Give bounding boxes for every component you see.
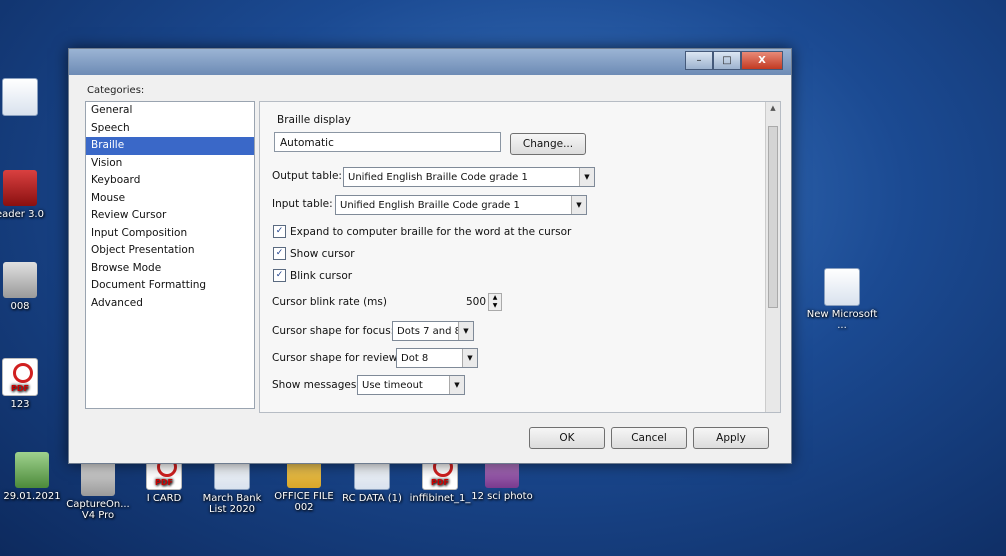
- cursor-shape-review-value: Dot 8: [401, 353, 429, 364]
- checkbox-check-icon: ✓: [273, 225, 286, 238]
- category-item[interactable]: Advanced: [86, 295, 254, 313]
- category-item[interactable]: Review Cursor: [86, 207, 254, 225]
- input-table-combo[interactable]: Unified English Braille Code grade 1 ▼: [335, 195, 587, 215]
- desktop-icon-pdf-123[interactable]: 123: [0, 358, 56, 410]
- category-item[interactable]: Vision: [86, 155, 254, 173]
- gray-icon: [3, 262, 37, 298]
- expand-checkbox[interactable]: ✓ Expand to computer braille for the wor…: [273, 225, 571, 238]
- show-messages-value: Use timeout: [362, 380, 423, 391]
- scroll-thumb[interactable]: [768, 126, 778, 308]
- desktop-icon-label: 123: [10, 399, 30, 410]
- apply-button[interactable]: Apply: [693, 427, 769, 449]
- category-item[interactable]: Browse Mode: [86, 260, 254, 278]
- desktop-icon-label: March Bank List 2020: [202, 493, 262, 515]
- category-item[interactable]: Object Presentation: [86, 242, 254, 260]
- desktop-icon-reader[interactable]: eader 3.0: [0, 170, 56, 220]
- cursor-shape-review-combo[interactable]: Dot 8 ▼: [396, 348, 478, 368]
- change-button[interactable]: Change...: [510, 133, 586, 155]
- settings-dialog: – □ X Categories: General Speech Braille Vi…: [68, 48, 792, 464]
- desktop-icon-label: OFFICE FILE 002: [274, 491, 334, 513]
- cursor-shape-focus-value: Dots 7 and 8: [397, 326, 462, 337]
- output-table-label: Output table:: [272, 170, 342, 182]
- show-messages-label: Show messages: [272, 379, 357, 391]
- desktop-icon-29-01-2021[interactable]: 29.01.2021: [0, 452, 68, 502]
- category-item[interactable]: Document Formatting: [86, 277, 254, 295]
- output-table-value: Unified English Braille Code grade 1: [348, 172, 528, 183]
- chevron-down-icon: ▼: [462, 349, 477, 367]
- chevron-down-icon: ▼: [579, 168, 594, 186]
- desktop-icon-label: 008: [10, 301, 30, 312]
- desktop-icon-label: CaptureOn... V4 Pro: [66, 499, 130, 521]
- minimize-button[interactable]: –: [685, 51, 713, 70]
- blink-rate-label: Cursor blink rate (ms): [272, 296, 387, 308]
- categories-label: Categories:: [87, 85, 145, 96]
- show-cursor-checkbox[interactable]: ✓ Show cursor: [273, 247, 355, 260]
- checkbox-check-icon: ✓: [273, 269, 286, 282]
- cancel-button[interactable]: Cancel: [611, 427, 687, 449]
- cursor-shape-focus-combo[interactable]: Dots 7 and 8 ▼: [392, 321, 474, 341]
- braille-display-field: Automatic: [274, 132, 501, 152]
- output-table-combo[interactable]: Unified English Braille Code grade 1 ▼: [343, 167, 595, 187]
- doc-icon: [2, 78, 38, 116]
- show-messages-combo[interactable]: Use timeout ▼: [357, 375, 465, 395]
- doc-icon: [824, 268, 860, 306]
- chevron-down-icon: ▼: [571, 196, 586, 214]
- close-button[interactable]: X: [741, 51, 783, 70]
- category-item[interactable]: Mouse: [86, 190, 254, 208]
- show-cursor-label: Show cursor: [290, 247, 355, 260]
- category-item[interactable]: Input Composition: [86, 225, 254, 243]
- desktop-icon-label: RC DATA (1): [342, 493, 402, 504]
- input-table-value: Unified English Braille Code grade 1: [340, 200, 520, 211]
- ok-button[interactable]: OK: [529, 427, 605, 449]
- braille-settings-panel: Braille display Automatic Change... Outp…: [259, 101, 781, 413]
- checkbox-check-icon: ✓: [273, 247, 286, 260]
- category-item[interactable]: General: [86, 102, 254, 120]
- desktop-icon-word-doc[interactable]: [0, 78, 56, 119]
- blink-rate-spinner[interactable]: ▲ ▼: [488, 293, 502, 311]
- blink-cursor-checkbox[interactable]: ✓ Blink cursor: [273, 269, 352, 282]
- blink-rate-value[interactable]: 500: [466, 296, 486, 308]
- gray-icon: [81, 460, 115, 496]
- scroll-up-icon[interactable]: ▲: [766, 102, 780, 114]
- desktop-icon-label: 29.01.2021: [3, 491, 61, 502]
- pdf-icon: [2, 358, 38, 396]
- desktop-icon-captureonline[interactable]: CaptureOn... V4 Pro: [62, 460, 134, 521]
- desktop-icon-label: New Microsoft ...: [806, 309, 878, 331]
- cursor-shape-review-label: Cursor shape for review:: [272, 352, 401, 364]
- input-table-label: Input table:: [272, 198, 333, 210]
- green-icon: [15, 452, 49, 488]
- expand-label: Expand to computer braille for the word …: [290, 225, 572, 238]
- panel-scrollbar[interactable]: ▲: [765, 102, 780, 412]
- category-item[interactable]: Speech: [86, 120, 254, 138]
- category-item[interactable]: Braille: [86, 137, 254, 155]
- desktop-icon-label: eader 3.0: [0, 209, 44, 220]
- desktop-icon-label: I CARD: [146, 493, 182, 504]
- categories-list[interactable]: General Speech Braille Vision Keyboard Mouse R…: [85, 101, 255, 409]
- chevron-down-icon: ▼: [458, 322, 473, 340]
- chevron-down-icon: ▼: [449, 376, 464, 394]
- desktop-icon-new-microsoft[interactable]: New Microsoft ...: [806, 268, 878, 331]
- braille-display-label: Braille display: [277, 114, 351, 126]
- dialog-titlebar[interactable]: – □ X: [69, 49, 791, 75]
- category-item[interactable]: Keyboard: [86, 172, 254, 190]
- red-icon: [3, 170, 37, 206]
- cursor-shape-focus-label: Cursor shape for focus:: [272, 325, 395, 337]
- maximize-button[interactable]: □: [713, 51, 741, 70]
- desktop-icon-008[interactable]: 008: [0, 262, 56, 312]
- blink-cursor-label: Blink cursor: [290, 269, 353, 282]
- desktop-icon-label: 12 sci photo: [471, 491, 533, 502]
